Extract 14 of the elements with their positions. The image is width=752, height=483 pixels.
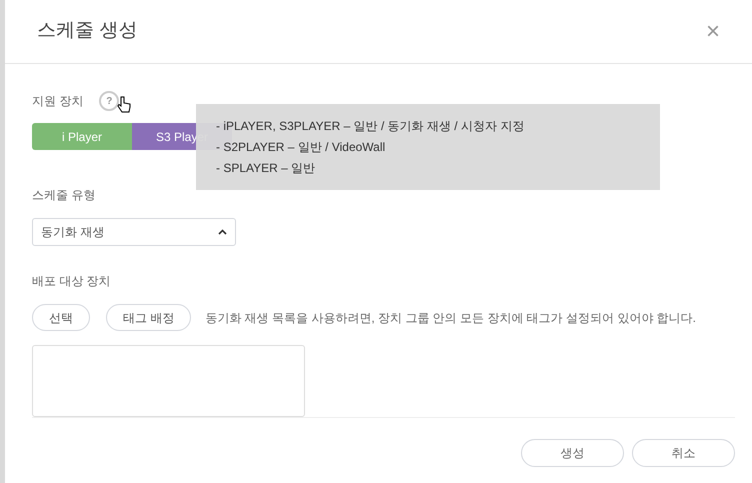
field-label: 지원 장치: [32, 93, 84, 110]
hand-cursor-icon: [117, 96, 132, 114]
tooltip-line: - SPLAYER – 일반: [216, 160, 316, 177]
tooltip-line: - iPLAYER, S3PLAYER – 일반 / 동기화 재생 / 시청자 지정: [216, 118, 526, 135]
schedule-type-select[interactable]: 동기화 재생: [32, 218, 236, 246]
pill-button[interactable]: 선택: [32, 304, 90, 331]
hint-text: 동기화 재생 목록을 사용하려면, 장치 그룹 안의 모든 장치에 태그가 설정되어 있어야 합니다.: [205, 310, 696, 326]
footer-button[interactable]: 취소: [632, 439, 735, 467]
field-label: 배포 대상 장치: [32, 273, 112, 290]
field-label: 스케줄 유형: [32, 187, 96, 204]
footer-button[interactable]: 생성: [521, 439, 624, 467]
dialog-title: 스케줄 생성: [37, 19, 138, 44]
pill-button[interactable]: 태그 배정: [106, 304, 192, 331]
tooltip-line: - S2PLAYER – 일반 / VideoWall: [216, 139, 386, 156]
